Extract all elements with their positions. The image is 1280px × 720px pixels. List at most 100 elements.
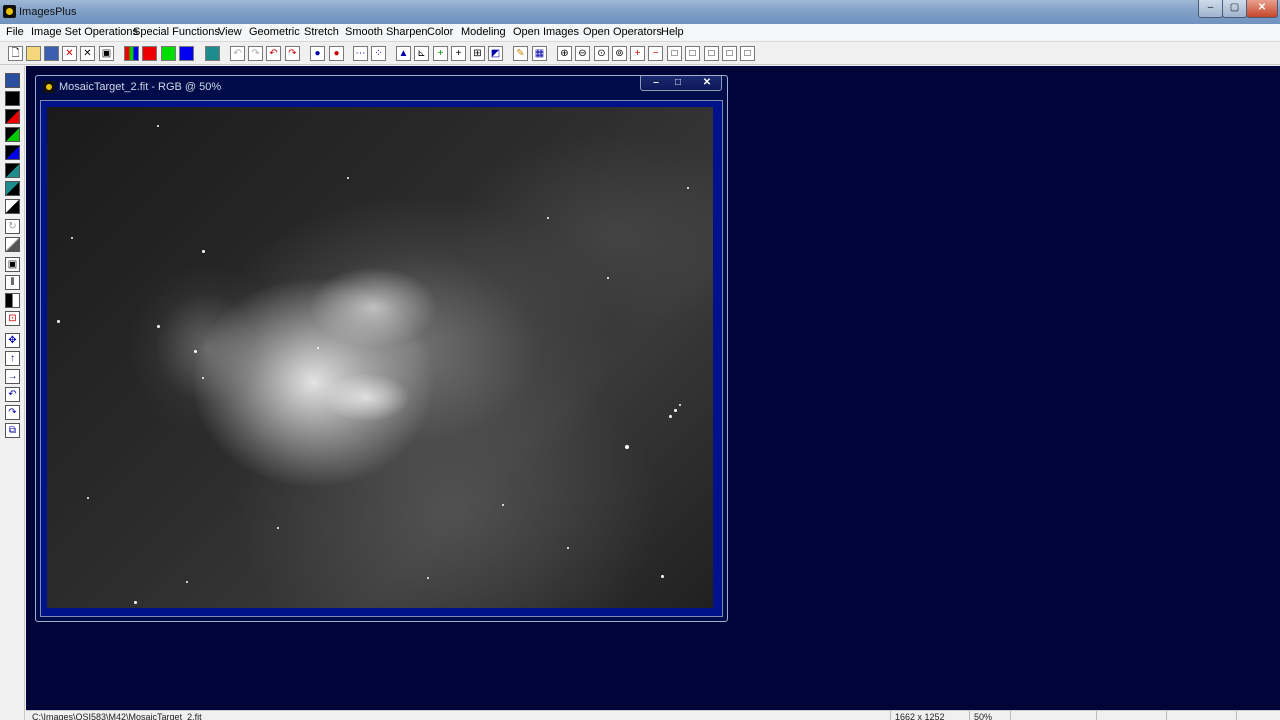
blue-overlay-icon[interactable] — [5, 145, 20, 160]
reduce-icon[interactable]: − — [648, 46, 663, 61]
crop-icon[interactable]: ▣ — [5, 257, 20, 272]
print-icon[interactable]: ▣ — [99, 46, 114, 61]
close-button[interactable]: ✕ — [1246, 0, 1278, 18]
duplicate-icon[interactable]: ⧉ — [5, 423, 20, 438]
mosaic-grid-icon[interactable]: ▦ — [532, 46, 547, 61]
star — [186, 581, 188, 583]
zoom-out-icon[interactable]: ⊖ — [575, 46, 590, 61]
image-info-icon[interactable]: ◩ — [488, 46, 503, 61]
star — [277, 527, 279, 529]
menu-help[interactable]: Help — [661, 26, 684, 38]
menu-view[interactable]: View — [218, 26, 242, 38]
menu-stretch[interactable]: Stretch — [304, 26, 339, 38]
status-dimensions: 1662 x 1252 — [895, 712, 945, 720]
window-size-4-icon[interactable]: □ — [722, 46, 737, 61]
crosshair-icon[interactable]: + — [433, 46, 448, 61]
new-file-icon[interactable]: 🗋 — [8, 46, 23, 61]
enlarge-icon[interactable]: + — [630, 46, 645, 61]
region-select-icon[interactable]: ⊡ — [5, 311, 20, 326]
save-as-icon[interactable] — [5, 73, 20, 88]
zoom-fit-icon[interactable]: ⊙ — [594, 46, 609, 61]
menu-open-operators[interactable]: Open Operators — [583, 26, 662, 38]
flip-vertical-icon[interactable]: ↑ — [5, 351, 20, 366]
star — [625, 445, 629, 449]
image-window[interactable]: MosaicTarget_2.fit - RGB @ 50% – □ ✕ — [35, 75, 728, 622]
zoom-in-icon[interactable]: ⊕ — [557, 46, 572, 61]
menu-bar: File Image Set Operations Special Functi… — [0, 24, 1280, 42]
split-view-icon[interactable] — [5, 293, 20, 308]
green-overlay-icon[interactable] — [5, 127, 20, 142]
star-remove-icon[interactable]: ● — [329, 46, 344, 61]
undo-icon[interactable]: ↶ — [266, 46, 281, 61]
axis-icon[interactable]: ⊾ — [414, 46, 429, 61]
menu-open-images[interactable]: Open Images — [513, 26, 579, 38]
status-zoom: 50% — [974, 712, 993, 720]
star — [547, 217, 549, 219]
image-minimize-button[interactable]: – — [645, 76, 667, 89]
menu-file[interactable]: File — [6, 26, 24, 38]
menu-geometric[interactable]: Geometric — [249, 26, 300, 38]
red-overlay-icon[interactable] — [5, 109, 20, 124]
black-icon[interactable] — [5, 91, 20, 106]
zoom-reset-icon[interactable]: ⊚ — [612, 46, 627, 61]
app-title: ImagesPlus — [19, 6, 77, 18]
star — [202, 377, 204, 379]
star — [687, 187, 689, 189]
menu-special-functions[interactable]: Special Functions — [133, 26, 220, 38]
close-all-icon[interactable]: ✕ — [80, 46, 95, 61]
star — [194, 350, 197, 353]
menu-smooth-sharpen[interactable]: Smooth Sharpen — [345, 26, 428, 38]
grid-icon[interactable]: ⊞ — [470, 46, 485, 61]
maximize-button[interactable]: ▢ — [1222, 0, 1247, 18]
star — [57, 320, 60, 323]
rotate-icon[interactable]: ↻ — [5, 219, 20, 234]
window-size-3-icon[interactable]: □ — [704, 46, 719, 61]
invert-icon[interactable] — [5, 199, 20, 214]
blue-channel-icon[interactable] — [179, 46, 194, 61]
image-close-button[interactable]: ✕ — [696, 76, 718, 89]
minimize-button[interactable]: – — [1198, 0, 1223, 18]
histogram-icon[interactable] — [205, 46, 220, 61]
star — [502, 504, 504, 506]
gradient-icon[interactable] — [5, 237, 20, 252]
image-window-icon[interactable] — [43, 81, 55, 93]
image-window-controls: – □ ✕ — [640, 76, 722, 91]
undo-disabled-icon[interactable]: ↶ — [230, 46, 245, 61]
redo-icon[interactable]: ↷ — [285, 46, 300, 61]
level-icon[interactable]: ⫴ — [5, 275, 20, 290]
pencil-icon[interactable]: ✎ — [513, 46, 528, 61]
star — [87, 497, 89, 499]
rgb-channels-icon[interactable] — [124, 46, 139, 61]
rotate-right-icon[interactable]: ↷ — [5, 405, 20, 420]
star — [674, 409, 677, 412]
redo-disabled-icon[interactable]: ↷ — [248, 46, 263, 61]
move-icon[interactable]: ✥ — [5, 333, 20, 348]
app-icon[interactable] — [3, 5, 16, 18]
window-size-2-icon[interactable]: □ — [685, 46, 700, 61]
flip-horizontal-icon[interactable]: → — [5, 369, 20, 384]
menu-image-set-operations[interactable]: Image Set Operations — [31, 26, 138, 38]
image-window-title-bar[interactable]: MosaicTarget_2.fit - RGB @ 50% – □ ✕ — [36, 76, 727, 98]
triangle-icon[interactable]: ▲ — [396, 46, 411, 61]
close-image-icon[interactable]: ✕ — [62, 46, 77, 61]
measure-icon[interactable]: ⁘ — [371, 46, 386, 61]
red-channel-icon[interactable] — [142, 46, 157, 61]
target-icon[interactable]: + — [451, 46, 466, 61]
menu-color[interactable]: Color — [427, 26, 453, 38]
nebula-image[interactable] — [47, 107, 713, 608]
green-channel-icon[interactable] — [161, 46, 176, 61]
star — [157, 125, 159, 127]
open-folder-icon[interactable] — [26, 46, 41, 61]
star — [202, 250, 205, 253]
left-toolbar: ↻ ▣ ⫴ ⊡ ✥ ↑ → ↶ ↷ ⧉ — [0, 66, 25, 720]
save-icon[interactable] — [44, 46, 59, 61]
rotate-left-icon[interactable]: ↶ — [5, 387, 20, 402]
menu-modeling[interactable]: Modeling — [461, 26, 506, 38]
star-select-icon[interactable]: ● — [310, 46, 325, 61]
window-size-5-icon[interactable]: □ — [740, 46, 755, 61]
window-size-1-icon[interactable]: □ — [667, 46, 682, 61]
image-maximize-button[interactable]: □ — [667, 76, 689, 89]
channel-combine-icon[interactable] — [5, 163, 20, 178]
line-profile-icon[interactable]: ⋯ — [353, 46, 368, 61]
channel-split-icon[interactable] — [5, 181, 20, 196]
